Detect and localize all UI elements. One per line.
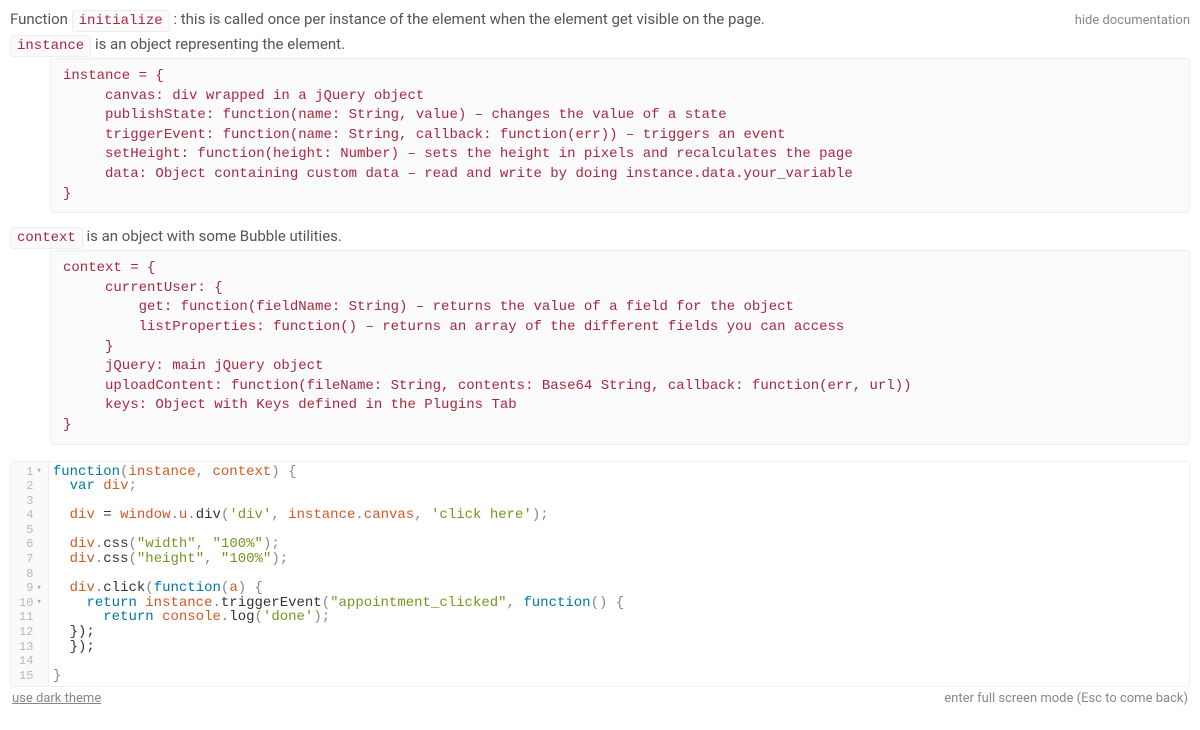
gutter-line: 7 xyxy=(19,552,42,567)
gutter-line: 2 xyxy=(19,479,42,494)
code-line[interactable]: } xyxy=(53,669,1183,684)
function-description: Function initialize : this is called onc… xyxy=(10,10,765,29)
code-line[interactable] xyxy=(53,654,1183,669)
fold-arrow-icon[interactable]: ▾ xyxy=(36,467,41,476)
code-line[interactable]: var div; xyxy=(53,479,1183,494)
editor-gutter: 1▾2 3 4 5 6 7 8 9▾10▾11 12 13 14 15 xyxy=(11,462,49,687)
gutter-line: 11 xyxy=(19,610,42,625)
hide-documentation-link[interactable]: hide documentation xyxy=(1075,13,1190,28)
code-line[interactable]: div = window.u.div('div', instance.canva… xyxy=(53,508,1183,523)
code-line[interactable] xyxy=(53,567,1183,582)
gutter-line: 8 xyxy=(19,567,42,582)
gutter-line: 6 xyxy=(19,537,42,552)
instance-badge: instance xyxy=(10,35,91,57)
code-line[interactable]: div.css("width", "100%"); xyxy=(53,537,1183,552)
use-dark-theme-link[interactable]: use dark theme xyxy=(12,691,101,706)
gutter-line: 4 xyxy=(19,508,42,523)
gutter-line: 3 xyxy=(19,494,42,509)
code-line[interactable]: return instance.triggerEvent("appointmen… xyxy=(53,596,1183,611)
code-line[interactable] xyxy=(53,523,1183,538)
code-line[interactable] xyxy=(53,494,1183,509)
gutter-line: 12 xyxy=(19,625,42,640)
code-line[interactable]: }); xyxy=(53,640,1183,655)
gutter-line: 1▾ xyxy=(19,465,42,480)
instance-code-block: instance = { canvas: div wrapped in a jQ… xyxy=(50,58,1190,213)
gutter-line: 13 xyxy=(19,640,42,655)
gutter-line: 5 xyxy=(19,523,42,538)
code-editor[interactable]: 1▾2 3 4 5 6 7 8 9▾10▾11 12 13 14 15 func… xyxy=(10,461,1190,688)
fold-arrow-icon[interactable]: ▾ xyxy=(36,598,41,607)
context-code-block: context = { currentUser: { get: function… xyxy=(50,250,1190,444)
code-line[interactable]: return console.log('done'); xyxy=(53,610,1183,625)
gutter-line: 9▾ xyxy=(19,581,42,596)
fullscreen-hint[interactable]: enter full screen mode (Esc to come back… xyxy=(944,691,1188,706)
context-badge: context xyxy=(10,227,83,249)
function-name-badge: initialize xyxy=(72,10,170,32)
code-line[interactable]: div.css("height", "100%"); xyxy=(53,552,1183,567)
editor-code-area[interactable]: function(instance, context) { var div; d… xyxy=(49,462,1189,687)
gutter-line: 14 xyxy=(19,654,42,669)
context-description: context is an object with some Bubble ut… xyxy=(10,227,1190,246)
gutter-line: 15 xyxy=(19,669,42,684)
instance-description: instance is an object representing the e… xyxy=(10,35,1190,54)
code-line[interactable]: div.click(function(a) { xyxy=(53,581,1183,596)
fold-arrow-icon[interactable]: ▾ xyxy=(36,584,41,593)
gutter-line: 10▾ xyxy=(19,596,42,611)
code-line[interactable]: }); xyxy=(53,625,1183,640)
code-line[interactable]: function(instance, context) { xyxy=(53,465,1183,480)
